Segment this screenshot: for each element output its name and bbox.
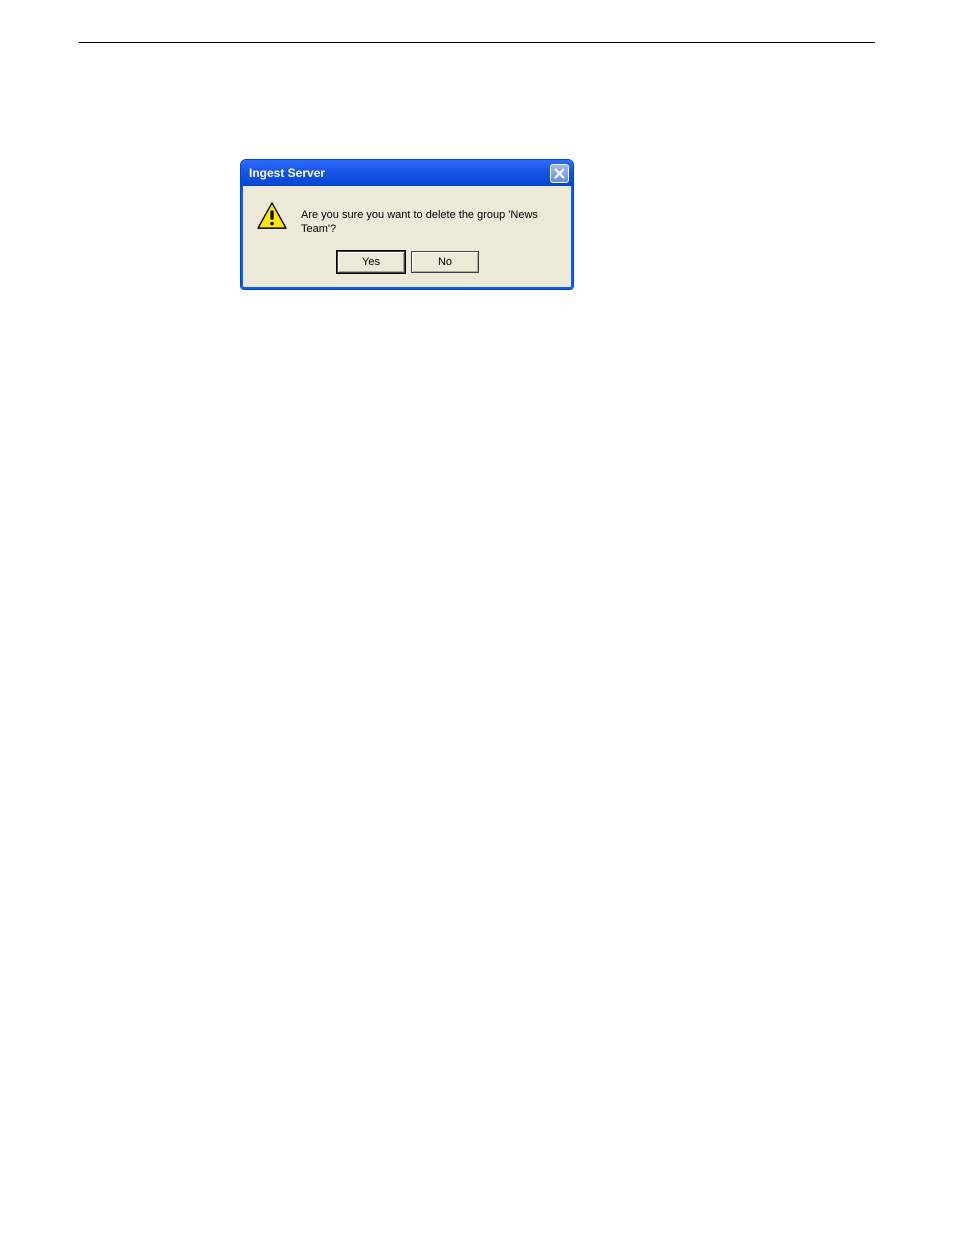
close-button[interactable] xyxy=(550,164,569,183)
confirmation-dialog: Ingest Server Are you sure you want to d… xyxy=(240,159,574,290)
dialog-content-row: Are you sure you want to delete the grou… xyxy=(257,200,559,237)
dialog-message: Are you sure you want to delete the grou… xyxy=(301,200,559,237)
dialog-titlebar: Ingest Server xyxy=(241,160,573,186)
page-top-divider xyxy=(79,42,875,43)
dialog-body: Are you sure you want to delete the grou… xyxy=(241,186,573,289)
warning-icon xyxy=(257,202,287,230)
close-icon xyxy=(554,168,565,179)
dialog-title: Ingest Server xyxy=(249,166,325,180)
no-button[interactable]: No xyxy=(411,251,479,273)
yes-button[interactable]: Yes xyxy=(337,251,405,273)
dialog-button-row: Yes No xyxy=(257,251,559,273)
